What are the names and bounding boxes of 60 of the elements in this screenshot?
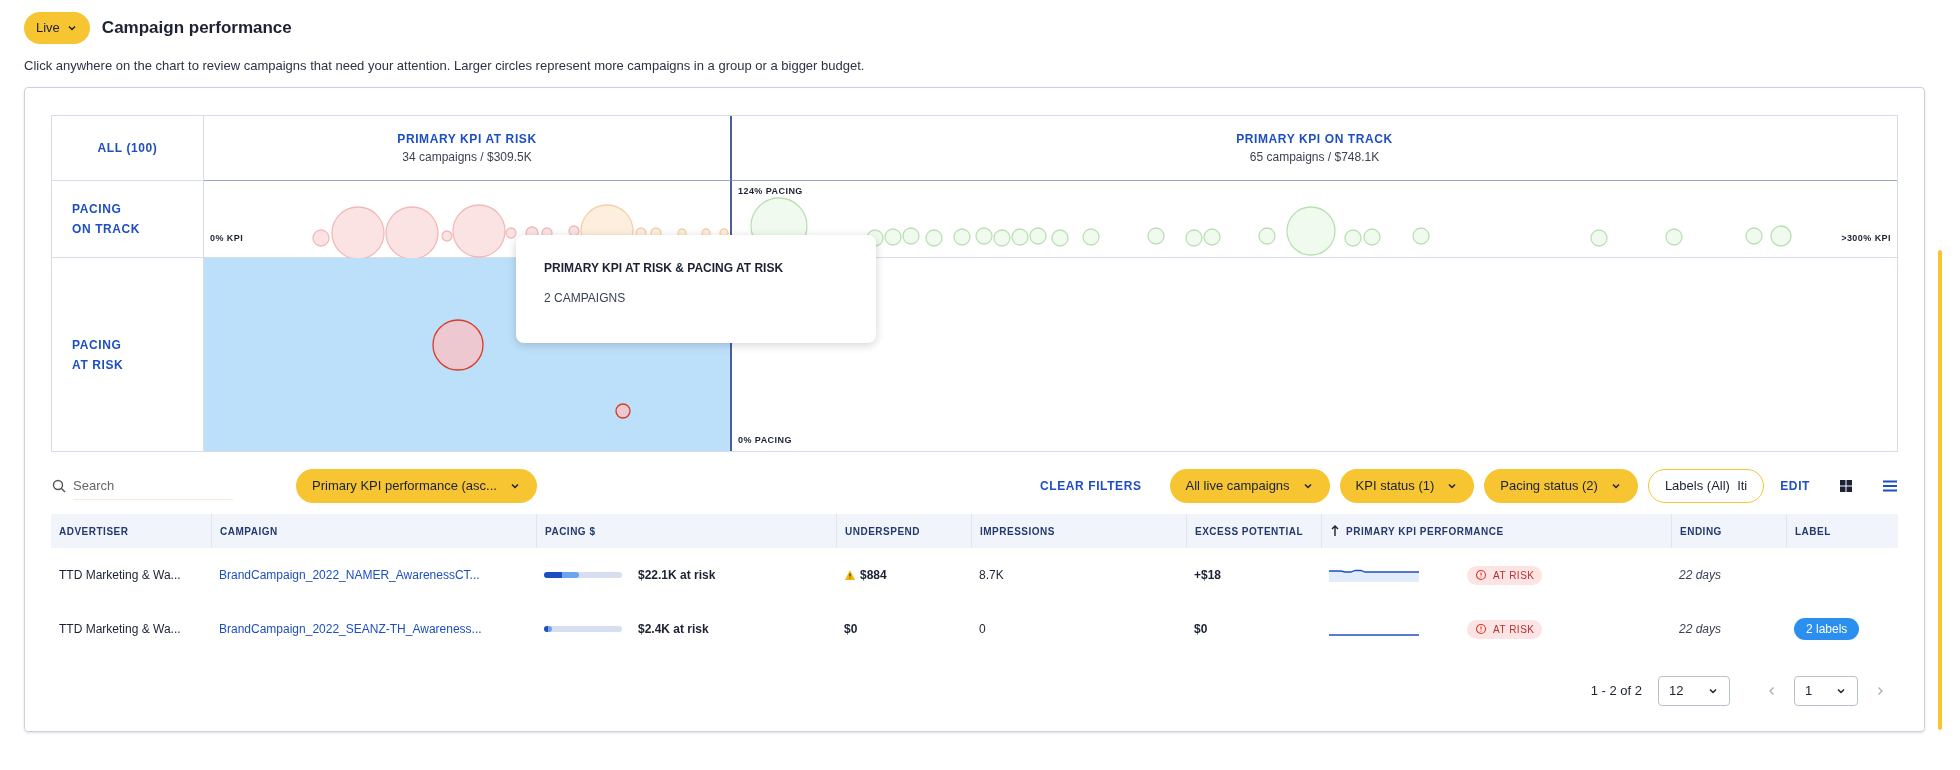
sort-dropdown[interactable]: Primary KPI performance (asc... <box>296 469 537 503</box>
status-badge: AT RISK <box>1467 619 1543 639</box>
search-icon <box>51 478 67 494</box>
list-icon <box>1882 478 1898 494</box>
page-size-select[interactable]: 12 <box>1658 676 1730 706</box>
axis-label: 0% PACING <box>738 433 792 447</box>
column-header[interactable]: CAMPAIGN <box>220 523 278 539</box>
search-field[interactable]: Search <box>73 472 233 500</box>
column-header[interactable]: ADVERTISER <box>59 523 129 539</box>
column-subtitle: 34 campaigns / $309.5K <box>402 149 532 166</box>
clear-filters-link[interactable]: CLEAR FILTERS <box>1039 477 1142 495</box>
column-header[interactable]: PRIMARY KPI PERFORMANCE <box>1330 523 1504 539</box>
tooltip-subtitle: 2 CAMPAIGNS <box>544 290 627 307</box>
table-cell-text: TTD Marketing & Wa... <box>58 621 182 638</box>
alert-icon <box>1475 623 1487 635</box>
row-label[interactable]: PACING ON TRACK <box>72 199 141 239</box>
axis-label: 124% PACING <box>738 185 803 198</box>
table-cell-text: TTD Marketing & Wa... <box>58 567 182 584</box>
edit-link[interactable]: EDIT <box>1780 477 1810 495</box>
page-select[interactable]: 1 <box>1794 676 1858 706</box>
column-title[interactable]: PRIMARY KPI ON TRACK <box>1236 130 1393 148</box>
campaign-link[interactable]: BrandCampaign_2022_SEANZ-TH_Awareness... <box>211 620 536 638</box>
table-cell-text: $2.4K at risk <box>638 621 709 638</box>
filter-dropdown[interactable]: All live campaigns <box>1169 469 1330 503</box>
column-header[interactable]: ENDING <box>1680 523 1722 539</box>
table-cell-text: $0 <box>1193 621 1209 638</box>
column-header[interactable]: UNDERSPEND <box>845 523 920 539</box>
table-cell-text: 8.7K <box>978 567 1005 584</box>
table-cell-text: $884 <box>860 567 887 584</box>
column-header[interactable]: IMPRESSIONS <box>980 523 1055 539</box>
row-label[interactable]: PACING AT RISK <box>72 334 124 375</box>
column-title[interactable]: PRIMARY KPI AT RISK <box>397 130 537 148</box>
grid-icon <box>1838 478 1854 494</box>
table-cell-text: 22 days <box>1678 567 1723 584</box>
status-badge: AT RISK <box>1467 565 1543 585</box>
filter-dropdown[interactable]: KPI status (1) <box>1339 469 1475 503</box>
alert-icon <box>1475 569 1487 581</box>
sort-arrow-icon <box>1330 525 1340 537</box>
chart-corner-label[interactable]: ALL (100) <box>52 116 204 181</box>
section-title: Campaign performance <box>101 17 292 39</box>
axis-label: >300% KPI <box>1841 231 1891 245</box>
filter-dropdown[interactable]: Pacing status (2) <box>1484 469 1638 503</box>
scrollbar[interactable] <box>1938 250 1942 730</box>
table-cell-text: $0 <box>844 621 858 638</box>
column-header[interactable]: PACING $ <box>545 523 596 539</box>
column-header[interactable]: EXCESS POTENTIAL <box>1195 523 1303 539</box>
column-header[interactable]: LABEL <box>1795 523 1831 539</box>
filter-dropdown[interactable]: Labels (All) Iti <box>1647 469 1765 503</box>
table-cell-text: $22.1K at risk <box>638 567 716 584</box>
page-range: 1 - 2 of 2 <box>1590 682 1642 701</box>
axis-label: 0% KPI <box>210 231 244 245</box>
column-subtitle: 65 campaigns / $748.1K <box>1249 149 1380 166</box>
list-view-button[interactable] <box>1882 478 1898 494</box>
campaign-link[interactable]: BrandCampaign_2022_NAMER_AwarenessCT... <box>211 566 536 584</box>
status-dropdown[interactable]: Live <box>24 12 90 44</box>
table-cell-text: 0 <box>978 621 987 638</box>
grid-view-button[interactable] <box>1838 478 1854 494</box>
table-cell-text: +$18 <box>1193 567 1223 584</box>
description: Click anywhere on the chart to review campaigns that need your attention. Larger circles represent more campaigns in a group or a bigger budget. <box>24 56 866 75</box>
table-cell-text: 22 days <box>1678 621 1723 638</box>
